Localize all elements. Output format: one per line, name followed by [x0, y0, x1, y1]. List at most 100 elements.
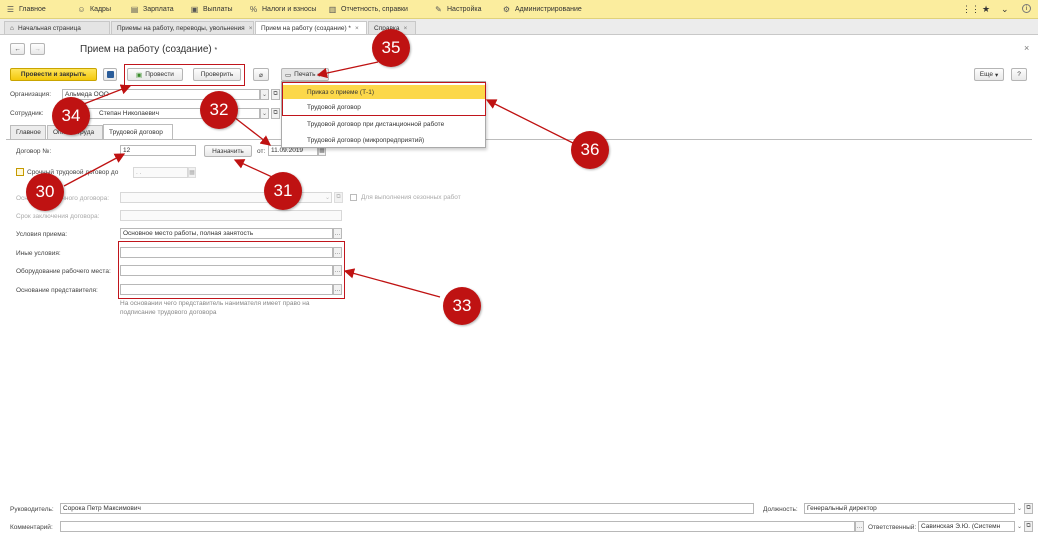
annotation-badge-33: 33: [443, 287, 481, 325]
annotation-badge-30: 30: [26, 173, 64, 211]
more-button[interactable]: Еще ▾: [974, 68, 1004, 81]
dropdown-icon[interactable]: ⌄: [323, 192, 332, 203]
organization-label: Организация:: [10, 91, 52, 98]
manager-field[interactable]: Сорока Петр Максимович: [60, 503, 754, 514]
menu-label: Кадры: [90, 6, 111, 13]
annotation-badge-35: 35: [372, 29, 410, 67]
menu-icon: ☰: [6, 5, 15, 14]
assign-button[interactable]: Назначить: [204, 145, 252, 157]
annotation-badge-34: 34: [52, 97, 90, 135]
menu-label: Налоги и взносы: [262, 6, 317, 13]
people-icon: ☺: [77, 5, 86, 14]
arrow-right-icon: →: [34, 45, 41, 53]
menu-label: Администрирование: [515, 6, 582, 13]
menu-item-salary[interactable]: ▤ Зарплата: [130, 4, 174, 15]
ellipsis-icon[interactable]: …: [333, 228, 342, 239]
term-label: Срок заключения договора:: [16, 213, 100, 220]
ellipsis-icon[interactable]: …: [855, 521, 864, 532]
menu-item-payments[interactable]: ▣ Выплаты: [190, 4, 233, 15]
paperclip-icon: ⌀: [259, 71, 263, 79]
attach-button[interactable]: ⌀: [253, 68, 269, 81]
tab-label: Начальная страница: [17, 24, 81, 32]
menu-label: Зарплата: [143, 6, 174, 13]
open-icon[interactable]: ⧉: [271, 108, 280, 119]
position-label: Должность:: [763, 506, 798, 513]
annotation-badge-32: 32: [200, 91, 238, 129]
more-label: Еще: [979, 71, 993, 78]
menu-item-settings[interactable]: ✎ Настройка: [434, 4, 481, 15]
menu-label: Выплаты: [203, 6, 233, 13]
comment-field[interactable]: [60, 521, 855, 532]
open-icon[interactable]: ⧉: [1024, 521, 1033, 532]
star-icon[interactable]: ★: [982, 4, 990, 15]
tab-panel-border: [6, 139, 1032, 140]
employee-label: Сотрудник:: [10, 110, 44, 117]
position-field[interactable]: Генеральный директор: [804, 503, 1015, 514]
tab-main[interactable]: Главное: [10, 125, 46, 139]
print-menu-item-remote[interactable]: Трудовой договор при дистанционной работ…: [282, 117, 485, 131]
calendar-icon[interactable]: ▦: [188, 167, 196, 178]
payments-icon: ▣: [190, 5, 199, 14]
print-menu-item-micro[interactable]: Трудовой договор (микропредприятий): [282, 133, 485, 147]
print-button[interactable]: ▭ Печать ▾: [281, 68, 329, 81]
gear-icon: ⚙: [502, 5, 511, 14]
seasonal-checkbox[interactable]: [350, 194, 357, 201]
open-icon[interactable]: ⧉: [1024, 503, 1033, 514]
post-and-close-button[interactable]: Провести и закрыть: [10, 68, 97, 81]
apps-icon[interactable]: ⋮⋮: [962, 4, 980, 15]
save-button[interactable]: [103, 68, 117, 81]
fixed-term-date-field[interactable]: . .: [133, 167, 188, 178]
dropdown-icon[interactable]: ⌄: [260, 89, 269, 100]
highlight-conditions: [118, 241, 345, 299]
salary-icon: ▤: [130, 5, 139, 14]
chevron-down-icon[interactable]: ⌄: [1001, 4, 1009, 15]
highlight-print-items: [282, 82, 486, 116]
other-conditions-label: Иные условия:: [16, 250, 61, 257]
close-icon[interactable]: ×: [249, 25, 253, 32]
printer-icon: ▭: [285, 71, 292, 79]
info-icon[interactable]: i: [1022, 4, 1031, 13]
manager-label: Руководитель:: [10, 506, 54, 513]
highlight-post-check: [124, 64, 245, 86]
contract-no-label: Договор №:: [16, 148, 52, 155]
window-tab-bar: ⌂ Начальная страница Приемы на работу, пе…: [0, 19, 1038, 35]
forward-button[interactable]: →: [30, 43, 45, 55]
tab-labor-contract[interactable]: Трудовой договор: [103, 124, 173, 139]
menu-item-hr[interactable]: ☺ Кадры: [77, 4, 111, 15]
tab-hiring-create[interactable]: Прием на работу (создание) * ×: [255, 21, 367, 34]
term-field[interactable]: [120, 210, 342, 221]
close-icon[interactable]: ×: [404, 25, 408, 32]
menu-item-reports[interactable]: ▥ Отчетность, справки: [328, 4, 408, 15]
back-button[interactable]: ←: [10, 43, 25, 55]
close-form-icon[interactable]: ×: [1024, 43, 1029, 53]
equipment-label: Оборудование рабочего места:: [16, 268, 111, 275]
open-icon[interactable]: ⧉: [334, 192, 343, 203]
reports-icon: ▥: [328, 5, 337, 14]
arrow-left-icon: ←: [14, 45, 21, 53]
menu-item-main[interactable]: ☰ Главное: [6, 4, 46, 15]
page-title: Прием на работу (создание) *: [80, 44, 218, 55]
conditions-field[interactable]: Основное место работы, полная занятость: [120, 228, 333, 239]
floppy-icon: [106, 71, 114, 78]
dropdown-icon[interactable]: ⌄: [1015, 521, 1024, 532]
dropdown-icon[interactable]: ⌄: [1015, 503, 1024, 514]
annotation-badge-36: 36: [571, 131, 609, 169]
menu-label: Отчетность, справки: [341, 6, 408, 13]
help-button[interactable]: ?: [1011, 68, 1027, 81]
rep-basis-hint: На основании чего представитель нанимате…: [120, 300, 310, 316]
responsible-label: Ответственный:: [868, 524, 917, 531]
fixed-term-checkbox[interactable]: [16, 168, 24, 176]
responsible-field[interactable]: Савинская Э.Ю. (Системн: [918, 521, 1015, 532]
tab-hiring-list[interactable]: Приемы на работу, переводы, увольнения ×: [111, 21, 254, 34]
menu-item-taxes[interactable]: % Налоги и взносы: [249, 4, 316, 15]
open-icon[interactable]: ⧉: [271, 89, 280, 100]
contract-no-field[interactable]: 12: [120, 145, 196, 156]
close-icon[interactable]: ×: [355, 25, 359, 32]
menu-item-admin[interactable]: ⚙ Администрирование: [502, 4, 582, 15]
seasonal-label: Для выполнения сезонных работ: [361, 194, 461, 201]
percent-icon: %: [249, 5, 258, 14]
menu-label: Главное: [19, 6, 46, 13]
comment-label: Комментарий:: [10, 524, 53, 531]
dropdown-icon[interactable]: ⌄: [260, 108, 269, 119]
tab-home[interactable]: ⌂ Начальная страница: [4, 21, 110, 34]
